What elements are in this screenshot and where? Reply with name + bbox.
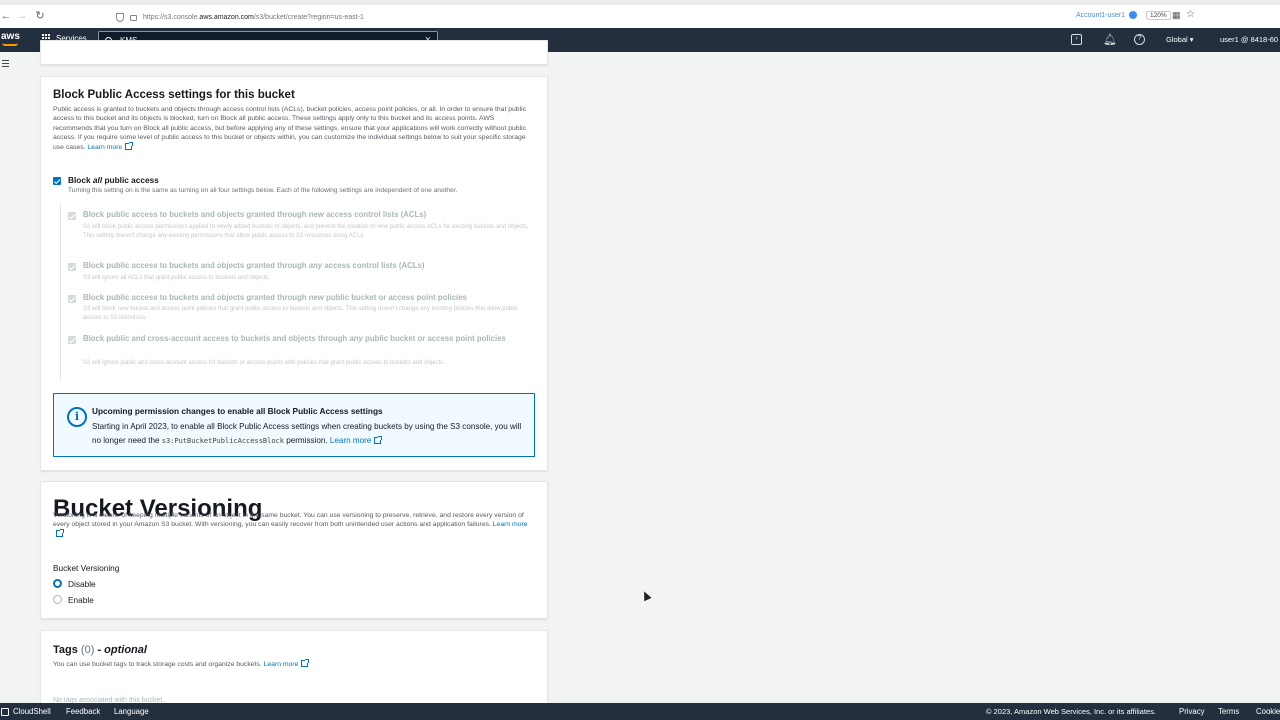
bucket-versioning-description: Versioning is a means of keeping multipl…: [53, 511, 535, 539]
user-menu[interactable]: user1 @ 8418-60: [1220, 35, 1278, 44]
shield-icon: [116, 12, 124, 22]
cookie-link[interactable]: Cookie: [1256, 707, 1280, 716]
menu-icon[interactable]: [2, 60, 9, 67]
forward-arrow-icon[interactable]: →: [16, 10, 28, 22]
back-arrow-icon[interactable]: ←: [0, 10, 12, 22]
help-icon[interactable]: ?: [1134, 34, 1145, 45]
aws-logo[interactable]: aws: [1, 31, 20, 42]
external-link-icon: [125, 141, 134, 150]
account-dot-icon: [1129, 11, 1138, 19]
learn-more-link[interactable]: Learn more: [330, 436, 383, 445]
setting-description: S3 will ignore public and cross-account …: [83, 360, 445, 366]
setting-title: Block public access to buckets and objec…: [83, 261, 425, 270]
block-public-access-title: Block Public Access settings for this bu…: [53, 89, 295, 101]
enable-label[interactable]: Enable: [68, 595, 94, 605]
disable-radio[interactable]: [53, 579, 62, 588]
external-link-icon: [374, 436, 383, 444]
learn-more-link[interactable]: Learn more: [264, 659, 310, 668]
block-all-label: Block all public access: [68, 175, 159, 185]
terminal-icon: [1, 707, 9, 716]
info-alert: i Upcoming permission changes to enable …: [53, 393, 535, 457]
block-all-checkbox[interactable]: [53, 177, 61, 185]
block-public-access-description: Public access is granted to buckets and …: [53, 106, 527, 151]
setting-description: S3 will block new bucket and access poin…: [83, 306, 518, 321]
info-alert-body: Starting in April 2023, to enable all Bl…: [92, 422, 522, 445]
setting-description: S3 will block public access permissions …: [83, 224, 529, 239]
copyright-text: © 2023, Amazon Web Services, Inc. or its…: [986, 707, 1156, 716]
setting-checkbox: [68, 336, 76, 344]
bell-icon[interactable]: 🔔︎: [1103, 33, 1117, 46]
aws-footer: CloudShell Feedback Language © 2023, Ama…: [0, 703, 1280, 720]
account-container[interactable]: Account1-user1: [1076, 11, 1138, 19]
setting-title: Block public access to buckets and objec…: [83, 293, 467, 302]
reload-icon[interactable]: ↻: [34, 10, 46, 22]
terms-link[interactable]: Terms: [1218, 707, 1239, 716]
zoom-level[interactable]: 120%: [1146, 11, 1171, 20]
lock-icon: [130, 15, 137, 21]
disable-label[interactable]: Disable: [68, 579, 96, 589]
cloudshell-label: CloudShell: [13, 707, 51, 716]
info-alert-title: Upcoming permission changes to enable al…: [92, 406, 383, 416]
feedback-link[interactable]: Feedback: [66, 707, 100, 716]
browser-toolbar: ← → ↻ https://s3.console.aws.amazon.com/…: [0, 0, 1280, 31]
tags-description: You can use bucket tags to track storage…: [53, 659, 535, 669]
account-pill: Account1-user1: [1076, 11, 1126, 19]
bookmark-star-icon[interactable]: ☆: [1186, 9, 1195, 20]
setting-checkbox: [68, 212, 76, 220]
block-all-description: Turning this setting on is the same as t…: [68, 187, 458, 194]
mouse-cursor-icon: [640, 589, 652, 602]
setting-title: Block public access to buckets and objec…: [83, 210, 427, 219]
learn-more-link[interactable]: Learn more: [87, 141, 134, 151]
previous-section-panel: [40, 40, 548, 65]
setting-checkbox: [68, 295, 76, 303]
setting-checkbox: [68, 263, 76, 271]
browser-tab-strip: [0, 0, 1280, 5]
external-link-icon: [56, 528, 64, 537]
enable-radio[interactable]: [53, 595, 62, 604]
versioning-field-label: Bucket Versioning: [53, 563, 120, 573]
cloudshell-button[interactable]: CloudShell: [1, 707, 51, 716]
address-bar[interactable]: https://s3.console.aws.amazon.com/s3/buc…: [116, 10, 364, 24]
info-icon: i: [67, 407, 87, 427]
setting-description: S3 will ignore all ACLs that grant publi…: [83, 275, 271, 281]
url-text: https://s3.console.aws.amazon.com/s3/buc…: [143, 13, 364, 21]
external-link-icon: [301, 659, 310, 667]
language-selector[interactable]: Language: [114, 707, 149, 716]
region-selector[interactable]: Global ▾: [1166, 35, 1194, 44]
aws-smile-icon: [2, 43, 18, 46]
extensions-icon[interactable]: ▦: [1172, 10, 1181, 21]
cloudshell-icon[interactable]: ›: [1071, 34, 1082, 45]
setting-title: Block public and cross-account access to…: [83, 334, 506, 343]
tags-title: Tags (0) - optional: [53, 644, 147, 656]
privacy-link[interactable]: Privacy: [1179, 707, 1205, 716]
settings-indent-line: [60, 204, 61, 380]
